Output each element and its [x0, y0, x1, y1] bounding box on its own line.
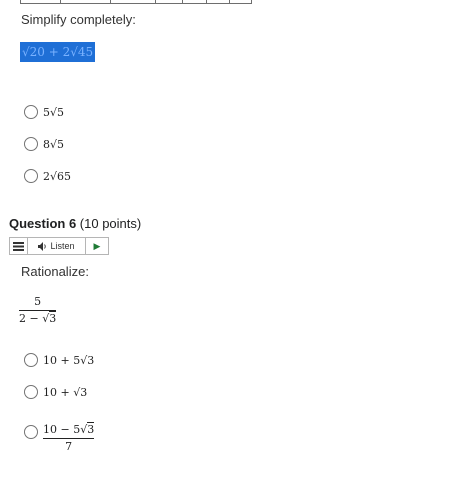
play-icon[interactable]: ▶: [86, 238, 108, 254]
question-6-prompt: Rationalize:: [21, 264, 89, 279]
q6-option-3[interactable]: 10 − 5√3 7: [24, 417, 95, 453]
q5-option-3[interactable]: 2√65: [24, 169, 71, 183]
radio-button[interactable]: [24, 137, 38, 151]
question-6-title: Question 6 (10 points): [9, 216, 142, 231]
rationalize-fraction: 5 2 − √3: [19, 295, 57, 325]
question-5-prompt: Simplify completely:: [21, 12, 136, 27]
highlighted-expression: √20 + 2√45: [20, 42, 96, 62]
radio-button[interactable]: [24, 385, 38, 399]
radio-button[interactable]: [24, 105, 38, 119]
radio-button[interactable]: [24, 169, 38, 183]
read-aloud-toolbar: Listen ▶: [9, 237, 109, 255]
listen-button[interactable]: Listen: [28, 238, 86, 254]
q6-option-2[interactable]: 10 + √3: [24, 385, 87, 399]
q5-option-2[interactable]: 8√5: [24, 137, 64, 151]
menu-icon[interactable]: [10, 238, 28, 254]
radio-button[interactable]: [24, 425, 38, 439]
speaker-icon: [38, 241, 47, 251]
partial-table: [20, 0, 252, 4]
q5-option-1[interactable]: 5√5: [24, 105, 64, 119]
q6-option-1[interactable]: 10 + 5√3: [24, 353, 94, 367]
radio-button[interactable]: [24, 353, 38, 367]
